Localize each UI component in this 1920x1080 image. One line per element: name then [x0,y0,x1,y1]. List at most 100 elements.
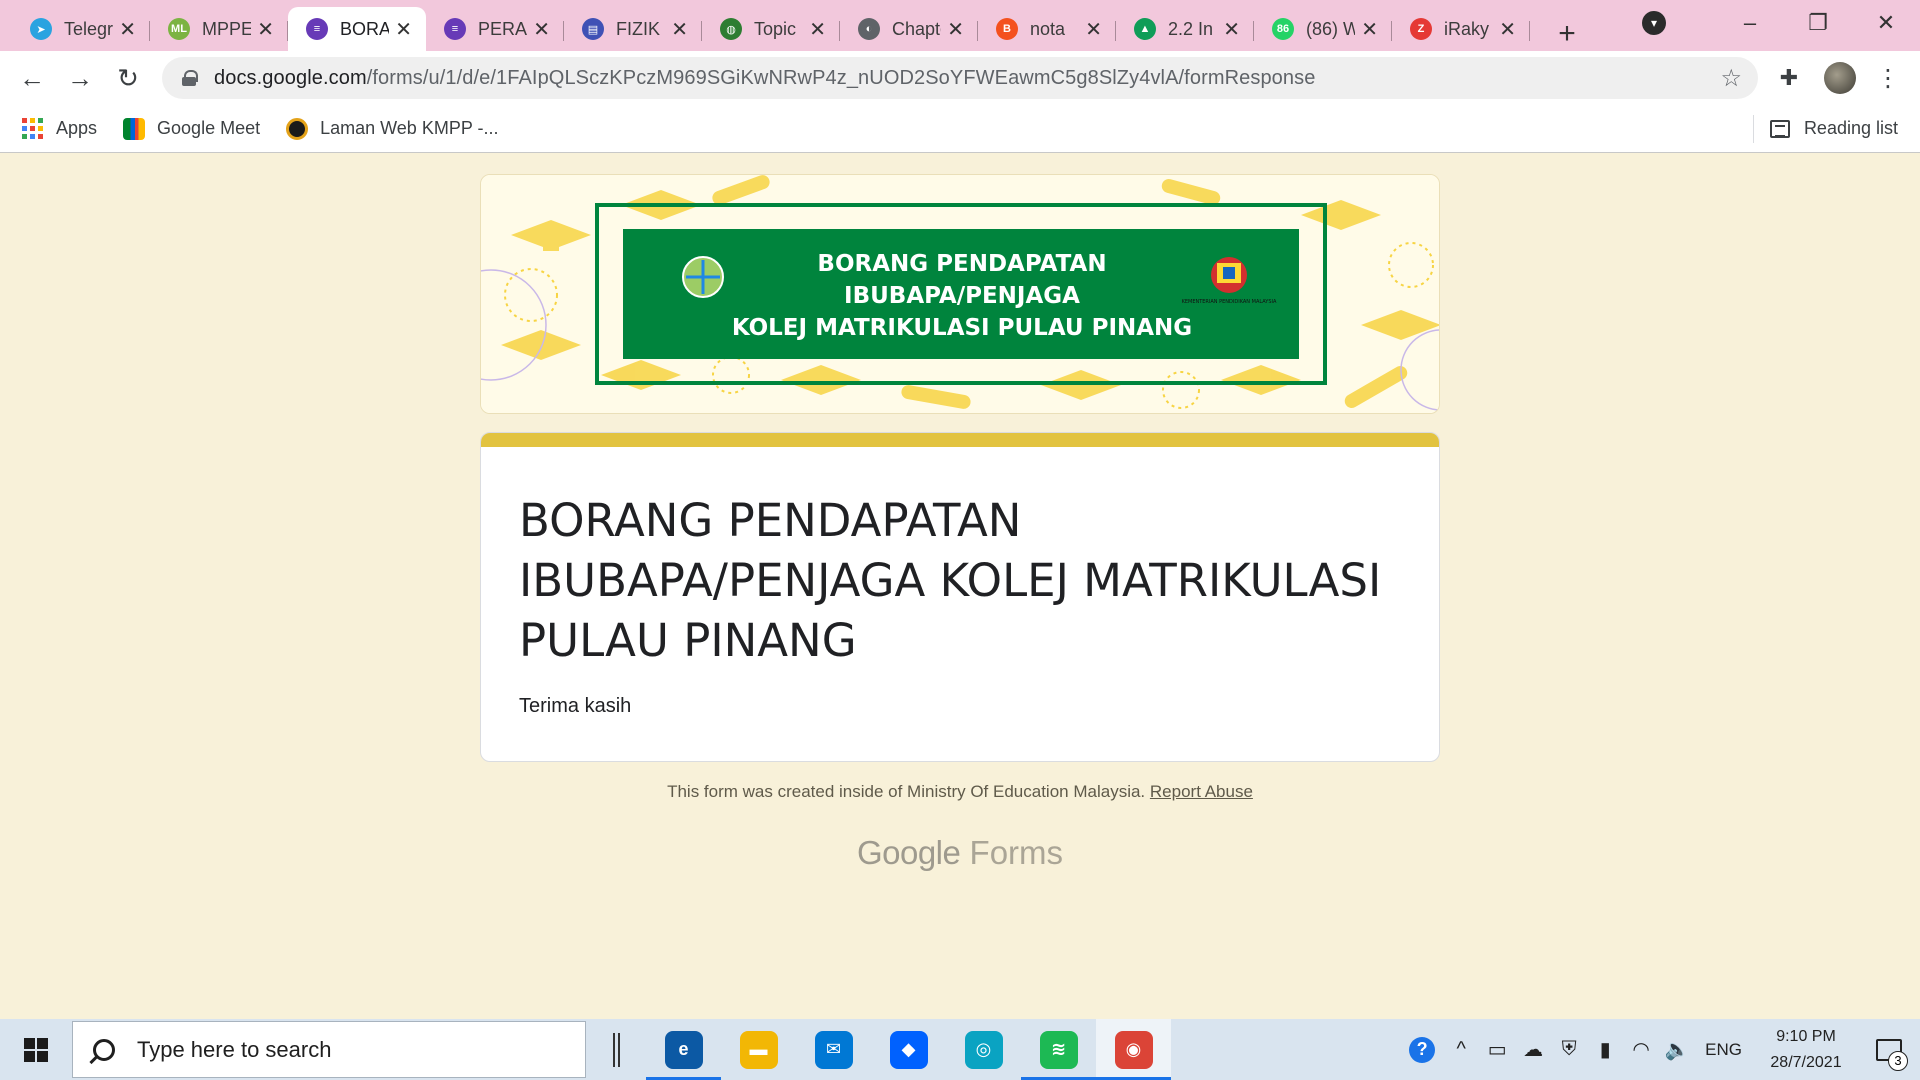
address-bar[interactable]: docs.google.com/forms/u/1/d/e/1FAIpQLScz… [162,57,1758,99]
browser-tab[interactable]: ▲ 2.2 In ✕ [1116,7,1254,51]
tab-title: BORANG PENDAPATAN [340,18,390,39]
forms-wordmark: Forms [969,834,1064,871]
edge-icon: e [664,1030,703,1069]
form-card: BORANG PENDAPATAN IBUBAPA/PENJAGA KOLEJ … [480,432,1440,762]
close-tab-icon[interactable]: ✕ [671,17,688,42]
close-tab-icon[interactable]: ✕ [119,17,136,42]
spotify-icon: ≋ [1039,1030,1078,1069]
tab-title: nota [1030,18,1066,39]
bookmark-label: Laman Web KMPP -... [320,118,499,138]
clock-time: 9:10 PM [1776,1027,1836,1045]
windows-logo-icon [24,1037,48,1062]
restore-button[interactable]: ❐ [1784,10,1852,36]
search-placeholder: Type here to search [137,1036,332,1062]
bookmark-google-meet[interactable]: Google Meet [123,117,260,140]
google-forms-logo[interactable]: Google Forms [0,834,1920,872]
mail-icon: ✉ [814,1030,853,1069]
report-abuse-link[interactable]: Report Abuse [1150,782,1253,801]
browser-tab[interactable]: ≡ BORANG PENDAPATAN✕ [288,7,426,51]
browser-tab[interactable]: ZiRaky ✕ [1392,7,1530,51]
meet-now-icon[interactable]: ▭ [1479,1037,1515,1062]
close-tab-icon[interactable]: ✕ [1361,17,1378,42]
tab-search-icon[interactable]: ▾ [1642,11,1666,35]
close-tab-icon[interactable]: ✕ [395,17,412,42]
start-button[interactable] [0,1019,72,1080]
url-path: /forms/u/1/d/e/1FAIpQLSczKPczM969SGiKwNR… [366,66,1316,89]
input-language[interactable]: ENG [1705,1040,1742,1060]
browser-tab[interactable]: ▤ FIZIK ✕ [564,7,702,51]
tab-title: iRaky [1444,18,1490,39]
form-icon: ▤ [582,18,604,40]
bookmark-apps[interactable]: Apps [22,117,97,140]
whatsapp-icon: 86 [1272,18,1294,40]
browser-tab[interactable]: ML MPPE ✕ [150,7,288,51]
taskbar-app-button[interactable]: ◉ [1096,1019,1171,1080]
lock-icon[interactable] [182,70,198,86]
browser-tab[interactable]: 86 (86) W ✕ [1254,7,1392,51]
form-description: Terima kasih [519,695,632,717]
close-tab-icon[interactable]: ✕ [257,17,274,42]
notification-center-button[interactable]: 3 [1858,1038,1920,1071]
battery-icon[interactable]: ▮ [1587,1037,1623,1062]
tab-title: Topic [754,18,797,39]
taskbar-app-button[interactable]: ◆ [871,1019,946,1080]
google-drive-icon: ▲ [1134,18,1156,40]
web-globe-icon: ◐ [858,18,880,40]
browser-tab[interactable]: ≡ PERANCANGAN✕ [426,7,564,51]
close-window-button[interactable]: ✕ [1852,10,1920,36]
telegram-icon: ➤ [30,18,52,40]
onedrive-cloud-icon[interactable]: ☁ [1515,1037,1551,1062]
taskbar-app-button[interactable]: ≋ [1021,1019,1096,1080]
browser-tab[interactable]: ◐ Chapter ✕ [840,7,978,51]
kmpp-logo-icon [286,117,309,140]
taskbar-app-button[interactable]: ▬ [721,1019,796,1080]
form-header-banner: BORANG PENDAPATAN IBUBAPA/PENJAGA KOLEJ … [480,174,1440,414]
form-accent-bar [481,433,1439,447]
minimize-button[interactable]: – [1716,10,1784,36]
wifi-icon[interactable]: ◠ [1623,1037,1659,1062]
reading-list-button[interactable]: Reading list [1769,118,1898,139]
forward-button[interactable]: → [56,63,104,94]
new-tab-button[interactable]: + [1550,17,1584,51]
browser-tab[interactable]: ➤ Telegram✕ [12,7,150,51]
url-text: docs.google.com/forms/u/1/d/e/1FAIpQLScz… [214,67,1315,90]
volume-icon[interactable]: 🔈 [1659,1037,1695,1062]
taskbar-app-button[interactable]: ✉ [796,1019,871,1080]
help-icon[interactable]: ? [1409,1036,1436,1063]
iraky-icon: Z [1410,18,1432,40]
close-tab-icon[interactable]: ✕ [809,17,826,42]
google-forms-icon: ≡ [306,18,328,40]
close-tab-icon[interactable]: ✕ [533,17,550,42]
browser-tab-strip: ➤Telegram✕MLMPPE✕≡BORANG PENDAPATAN✕≡PER… [0,0,1920,51]
banner-line-3: KOLEJ MATRIKULASI PULAU PINANG [732,315,1192,341]
back-button[interactable]: ← [8,63,56,94]
clock[interactable]: 9:10 PM 28/7/2021 [1754,1024,1858,1076]
bookmark-kmpp[interactable]: Laman Web KMPP -... [286,117,499,140]
close-tab-icon[interactable]: ✕ [1085,17,1102,42]
extensions-puzzle-icon[interactable]: ✚ [1774,63,1804,93]
taskbar-app-button[interactable]: e [646,1019,721,1080]
close-tab-icon[interactable]: ✕ [1499,17,1516,42]
dropbox-icon: ◆ [889,1030,928,1069]
reload-button[interactable]: ↻ [104,63,152,94]
browser-tab[interactable]: Bnota ✕ [978,7,1116,51]
bookmark-star-icon[interactable]: ☆ [1720,64,1742,93]
bookmarks-bar: Apps Google Meet Laman Web KMPP -... Rea… [0,105,1920,153]
menu-kebab-icon[interactable]: ⋮ [1876,64,1900,93]
security-icon[interactable]: ⛨ [1551,1038,1587,1061]
tab-title: MPPE [202,18,252,39]
browser-tab[interactable]: ◍ Topic ✕ [702,7,840,51]
close-tab-icon[interactable]: ✕ [1223,17,1240,42]
blogger-icon: B [996,18,1018,40]
ml-logo-icon: ML [168,18,190,40]
banner-line-1: BORANG PENDAPATAN [817,251,1106,277]
file-explorer-icon: ▬ [739,1030,778,1069]
taskbar-app-button[interactable]: ◎ [946,1019,1021,1080]
tab-title: PERANCANGAN [478,18,528,39]
clock-date: 28/7/2021 [1770,1053,1842,1071]
taskbar-search-box[interactable]: Type here to search [72,1021,586,1078]
show-hidden-icons-chevron-icon[interactable]: ^ [1443,1038,1479,1061]
close-tab-icon[interactable]: ✕ [947,17,964,42]
task-view-button[interactable] [586,1032,646,1067]
profile-avatar[interactable] [1824,62,1856,94]
